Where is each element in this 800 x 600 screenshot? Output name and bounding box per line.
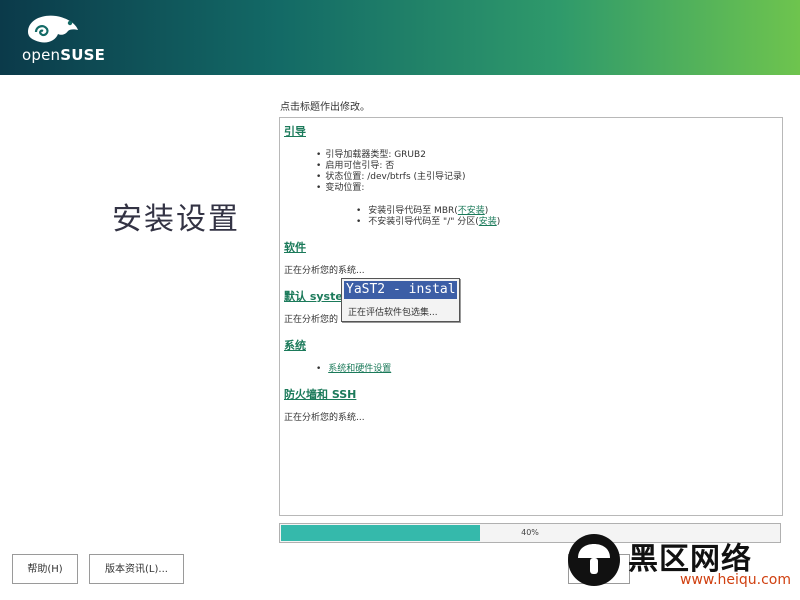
watermark: 黑区网络 www.heiqu.com	[568, 528, 800, 600]
help-button[interactable]: 帮助(H)	[12, 554, 78, 584]
popup-message: 正在评估软件包选集...	[348, 308, 438, 318]
header-banner: openSUSE	[0, 0, 800, 75]
firewall-status: 正在分析您的系统...	[284, 413, 365, 423]
section-title-system[interactable]: 系统	[284, 337, 306, 353]
chameleon-icon	[28, 15, 78, 43]
install-link[interactable]: 安装	[479, 217, 497, 227]
progress-popup: YaST2 - instal 正在评估软件包选集...	[341, 278, 460, 322]
boot-item: 变动位置:	[316, 180, 364, 193]
mushroom-icon	[568, 534, 620, 586]
release-notes-button[interactable]: 版本资讯(L)...	[89, 554, 184, 584]
hint-text: 点击标题作出修改。	[280, 102, 370, 113]
section-title-default-target[interactable]: 默认 syste	[284, 288, 343, 304]
page-title: 安装设置	[112, 202, 240, 237]
boot-sub-item: 不安装引导代码至 "/" 分区(安装)	[356, 214, 500, 227]
default-target-status: 正在分析您的	[284, 315, 339, 325]
system-item: 系统和硬件设置	[316, 361, 391, 374]
logo-text: openSUSE	[22, 46, 106, 64]
system-hardware-link[interactable]: 系统和硬件设置	[328, 364, 391, 374]
section-title-software[interactable]: 软件	[284, 239, 306, 255]
section-title-boot[interactable]: 引导	[284, 123, 306, 139]
opensuse-logo: openSUSE	[22, 12, 112, 67]
watermark-url: www.heiqu.com	[680, 572, 792, 588]
software-status: 正在分析您的系统...	[284, 266, 365, 276]
section-title-firewall[interactable]: 防火墙和 SSH	[284, 386, 356, 402]
popup-title: YaST2 - instal	[344, 281, 457, 299]
